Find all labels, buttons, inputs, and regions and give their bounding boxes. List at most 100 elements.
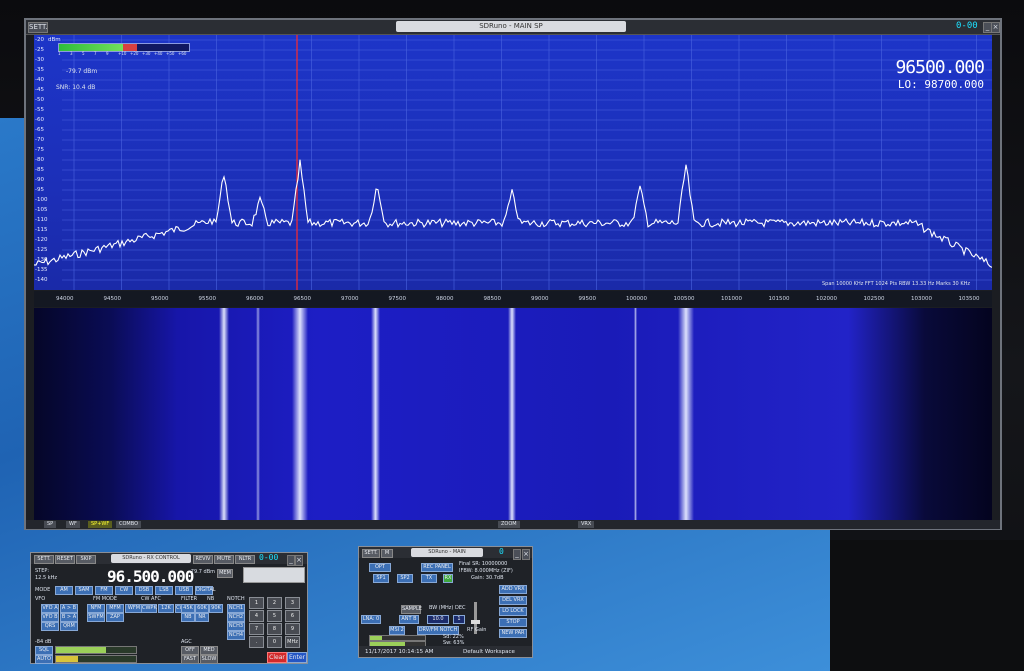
rx-button[interactable]: RX xyxy=(443,574,453,583)
waterfall-display[interactable] xyxy=(34,308,992,520)
keypad-key[interactable]: . xyxy=(249,636,264,648)
main-title-bar[interactable]: SETT. SDRuno - MAIN SP 0-00 _ × xyxy=(26,20,1000,35)
mode-usb[interactable]: USB xyxy=(175,586,193,595)
mode-dsb[interactable]: DSB xyxy=(135,586,153,595)
mode-am[interactable]: AM xyxy=(55,586,73,595)
ctrl-lo-lock-button[interactable]: LO LOCK xyxy=(499,607,527,616)
mode-cw[interactable]: CW xyxy=(115,586,133,595)
opt-button[interactable]: OPT xyxy=(369,563,391,572)
vfo-a-b[interactable]: A > B xyxy=(60,604,78,613)
filter-nb[interactable]: NB xyxy=(181,613,195,622)
keypad-key[interactable]: 3 xyxy=(285,597,300,609)
ctrl-sett-button[interactable]: SETT. xyxy=(362,549,380,558)
vfo-vfo-a[interactable]: VFO A xyxy=(41,604,59,613)
rx-tuning-scale[interactable] xyxy=(243,567,305,583)
keypad-key[interactable]: 6 xyxy=(285,610,300,622)
mute-button[interactable]: MUTE xyxy=(214,555,234,564)
ctrl-add-vrx-button[interactable]: ADD VRX xyxy=(499,585,527,594)
keypad-key[interactable]: 7 xyxy=(249,623,264,635)
rx-close-icon[interactable]: × xyxy=(295,555,303,566)
filter-45k[interactable]: 45K xyxy=(181,604,195,613)
spectrum-display[interactable]: -20 -25 -30 -35 -40 -45 -50 -55 -60 -65 -70 -75 -80 -… xyxy=(34,35,992,290)
vfo-qrs[interactable]: QRS xyxy=(41,622,59,631)
sett-button[interactable]: SETT. xyxy=(28,22,48,33)
sample-button[interactable]: SAMPLE xyxy=(401,605,422,614)
rx-reset-button[interactable]: RESET xyxy=(55,555,75,564)
vfo-vfo-b[interactable]: VFO B xyxy=(41,613,59,622)
keypad-key[interactable]: MHz xyxy=(285,636,300,648)
keypad-key[interactable]: 0 xyxy=(267,636,282,648)
rx-frequency[interactable]: 96.500.000 xyxy=(107,567,194,586)
x-tick-label: 99000 xyxy=(531,296,549,302)
volume-slider[interactable] xyxy=(55,655,137,663)
notch-nch3[interactable]: NCH3 xyxy=(227,622,245,631)
mem-button[interactable]: MEM xyxy=(217,569,233,578)
fm-swfm[interactable]: SWFM xyxy=(87,613,105,622)
ctrl-del-vrx-button[interactable]: DEL VRX xyxy=(499,596,527,605)
fm-mfm[interactable]: MFM xyxy=(106,604,124,613)
wf-button[interactable]: WF xyxy=(66,521,80,528)
notch-nch2[interactable]: NCH2 xyxy=(227,613,245,622)
rx-sett-button[interactable]: SETT. xyxy=(34,555,54,564)
rx-minimize-icon[interactable]: _ xyxy=(287,555,295,566)
zoom-control[interactable]: ZOOM xyxy=(498,521,520,528)
squelch-slider[interactable] xyxy=(55,646,137,654)
keypad-key[interactable]: 9 xyxy=(285,623,300,635)
agc-off[interactable]: OFF xyxy=(181,646,199,655)
agc-fast[interactable]: FAST xyxy=(181,655,199,664)
frequency-axis[interactable]: 94000 94500 95000 95500 96000 96500 97000 97500… xyxy=(34,291,992,307)
rec-panel-button[interactable]: REC PANEL xyxy=(421,563,453,572)
enter-button[interactable]: Enter xyxy=(287,652,307,663)
fm-nfm[interactable]: NFM xyxy=(87,604,105,613)
ctrl-minimize-icon[interactable]: _ xyxy=(513,549,521,560)
notch-nch4[interactable]: NCH4 xyxy=(227,631,245,640)
clear-button[interactable]: Clear xyxy=(267,652,287,663)
mode-lsb[interactable]: LSB xyxy=(155,586,173,595)
mode-digital[interactable]: DIGITAL xyxy=(195,586,216,595)
keypad-key[interactable]: 4 xyxy=(249,610,264,622)
dec-value[interactable]: 1 xyxy=(453,615,465,624)
rx-skip-button[interactable]: SKIP xyxy=(76,555,96,564)
ctrl-close-icon[interactable]: × xyxy=(522,549,530,560)
agc-slow[interactable]: SLOW xyxy=(200,655,218,664)
ctrl-new-par-button[interactable]: NEW PAR xyxy=(499,629,527,638)
workspace-name[interactable]: Default Workspace xyxy=(463,649,515,655)
sp-wf-button[interactable]: SP+WF xyxy=(88,521,113,528)
keypad-key[interactable]: 8 xyxy=(267,623,282,635)
sp1-button[interactable]: SP1 xyxy=(373,574,389,583)
lna-button[interactable]: LNA: 0 xyxy=(361,615,381,624)
vrx-button[interactable]: VRX xyxy=(578,521,595,528)
keypad-key[interactable]: 5 xyxy=(267,610,282,622)
agc-med[interactable]: MED xyxy=(200,646,218,655)
main-ctrl-title-bar[interactable]: SETT. M SDRuno - MAIN 0 _ × xyxy=(359,547,532,560)
auto-button[interactable]: AUTO xyxy=(35,655,53,664)
keypad-key[interactable]: 2 xyxy=(267,597,282,609)
cw-12k[interactable]: 12K xyxy=(158,604,174,613)
filter-90k[interactable]: 90K xyxy=(209,604,223,613)
squelch-button[interactable]: SQL xyxy=(35,646,53,655)
sp2-button[interactable]: SP2 xyxy=(397,574,413,583)
notch-nch1[interactable]: NCH1 xyxy=(227,604,245,613)
vfo-qrm[interactable]: QRM xyxy=(60,622,78,631)
vfo-b-a[interactable]: B > A xyxy=(60,613,78,622)
ctrl-m-button[interactable]: M xyxy=(381,549,393,558)
mode-sam[interactable]: SAM xyxy=(75,586,93,595)
mode-fm[interactable]: FM xyxy=(95,586,113,595)
sp-button[interactable]: SP xyxy=(44,521,57,528)
filter-60k[interactable]: 60K xyxy=(195,604,209,613)
rx-title-bar[interactable]: SETT. RESET SKIP SDRuno - RX CONTROL REV… xyxy=(31,553,307,566)
keypad-key[interactable]: 1 xyxy=(249,597,264,609)
msi-button[interactable]: MSI 2 xyxy=(389,626,405,635)
close-icon[interactable]: × xyxy=(991,22,1000,33)
reviv-button[interactable]: REVIV xyxy=(193,555,213,564)
filter-nr[interactable]: NR xyxy=(195,613,209,622)
combo-button[interactable]: COMBO xyxy=(116,521,142,528)
tx-button[interactable]: TX xyxy=(421,574,437,583)
bw-value[interactable]: 10.0 xyxy=(427,615,449,624)
fm-zap[interactable]: ZAP xyxy=(106,613,124,622)
ctrl-stop-button[interactable]: STOP xyxy=(499,618,527,627)
nltr-button[interactable]: NLTR xyxy=(235,555,255,564)
cw-cwpk[interactable]: CWPK xyxy=(141,604,157,613)
step-value[interactable]: 12.5 kHz xyxy=(35,575,57,581)
ant-button[interactable]: ANT B xyxy=(399,615,419,624)
